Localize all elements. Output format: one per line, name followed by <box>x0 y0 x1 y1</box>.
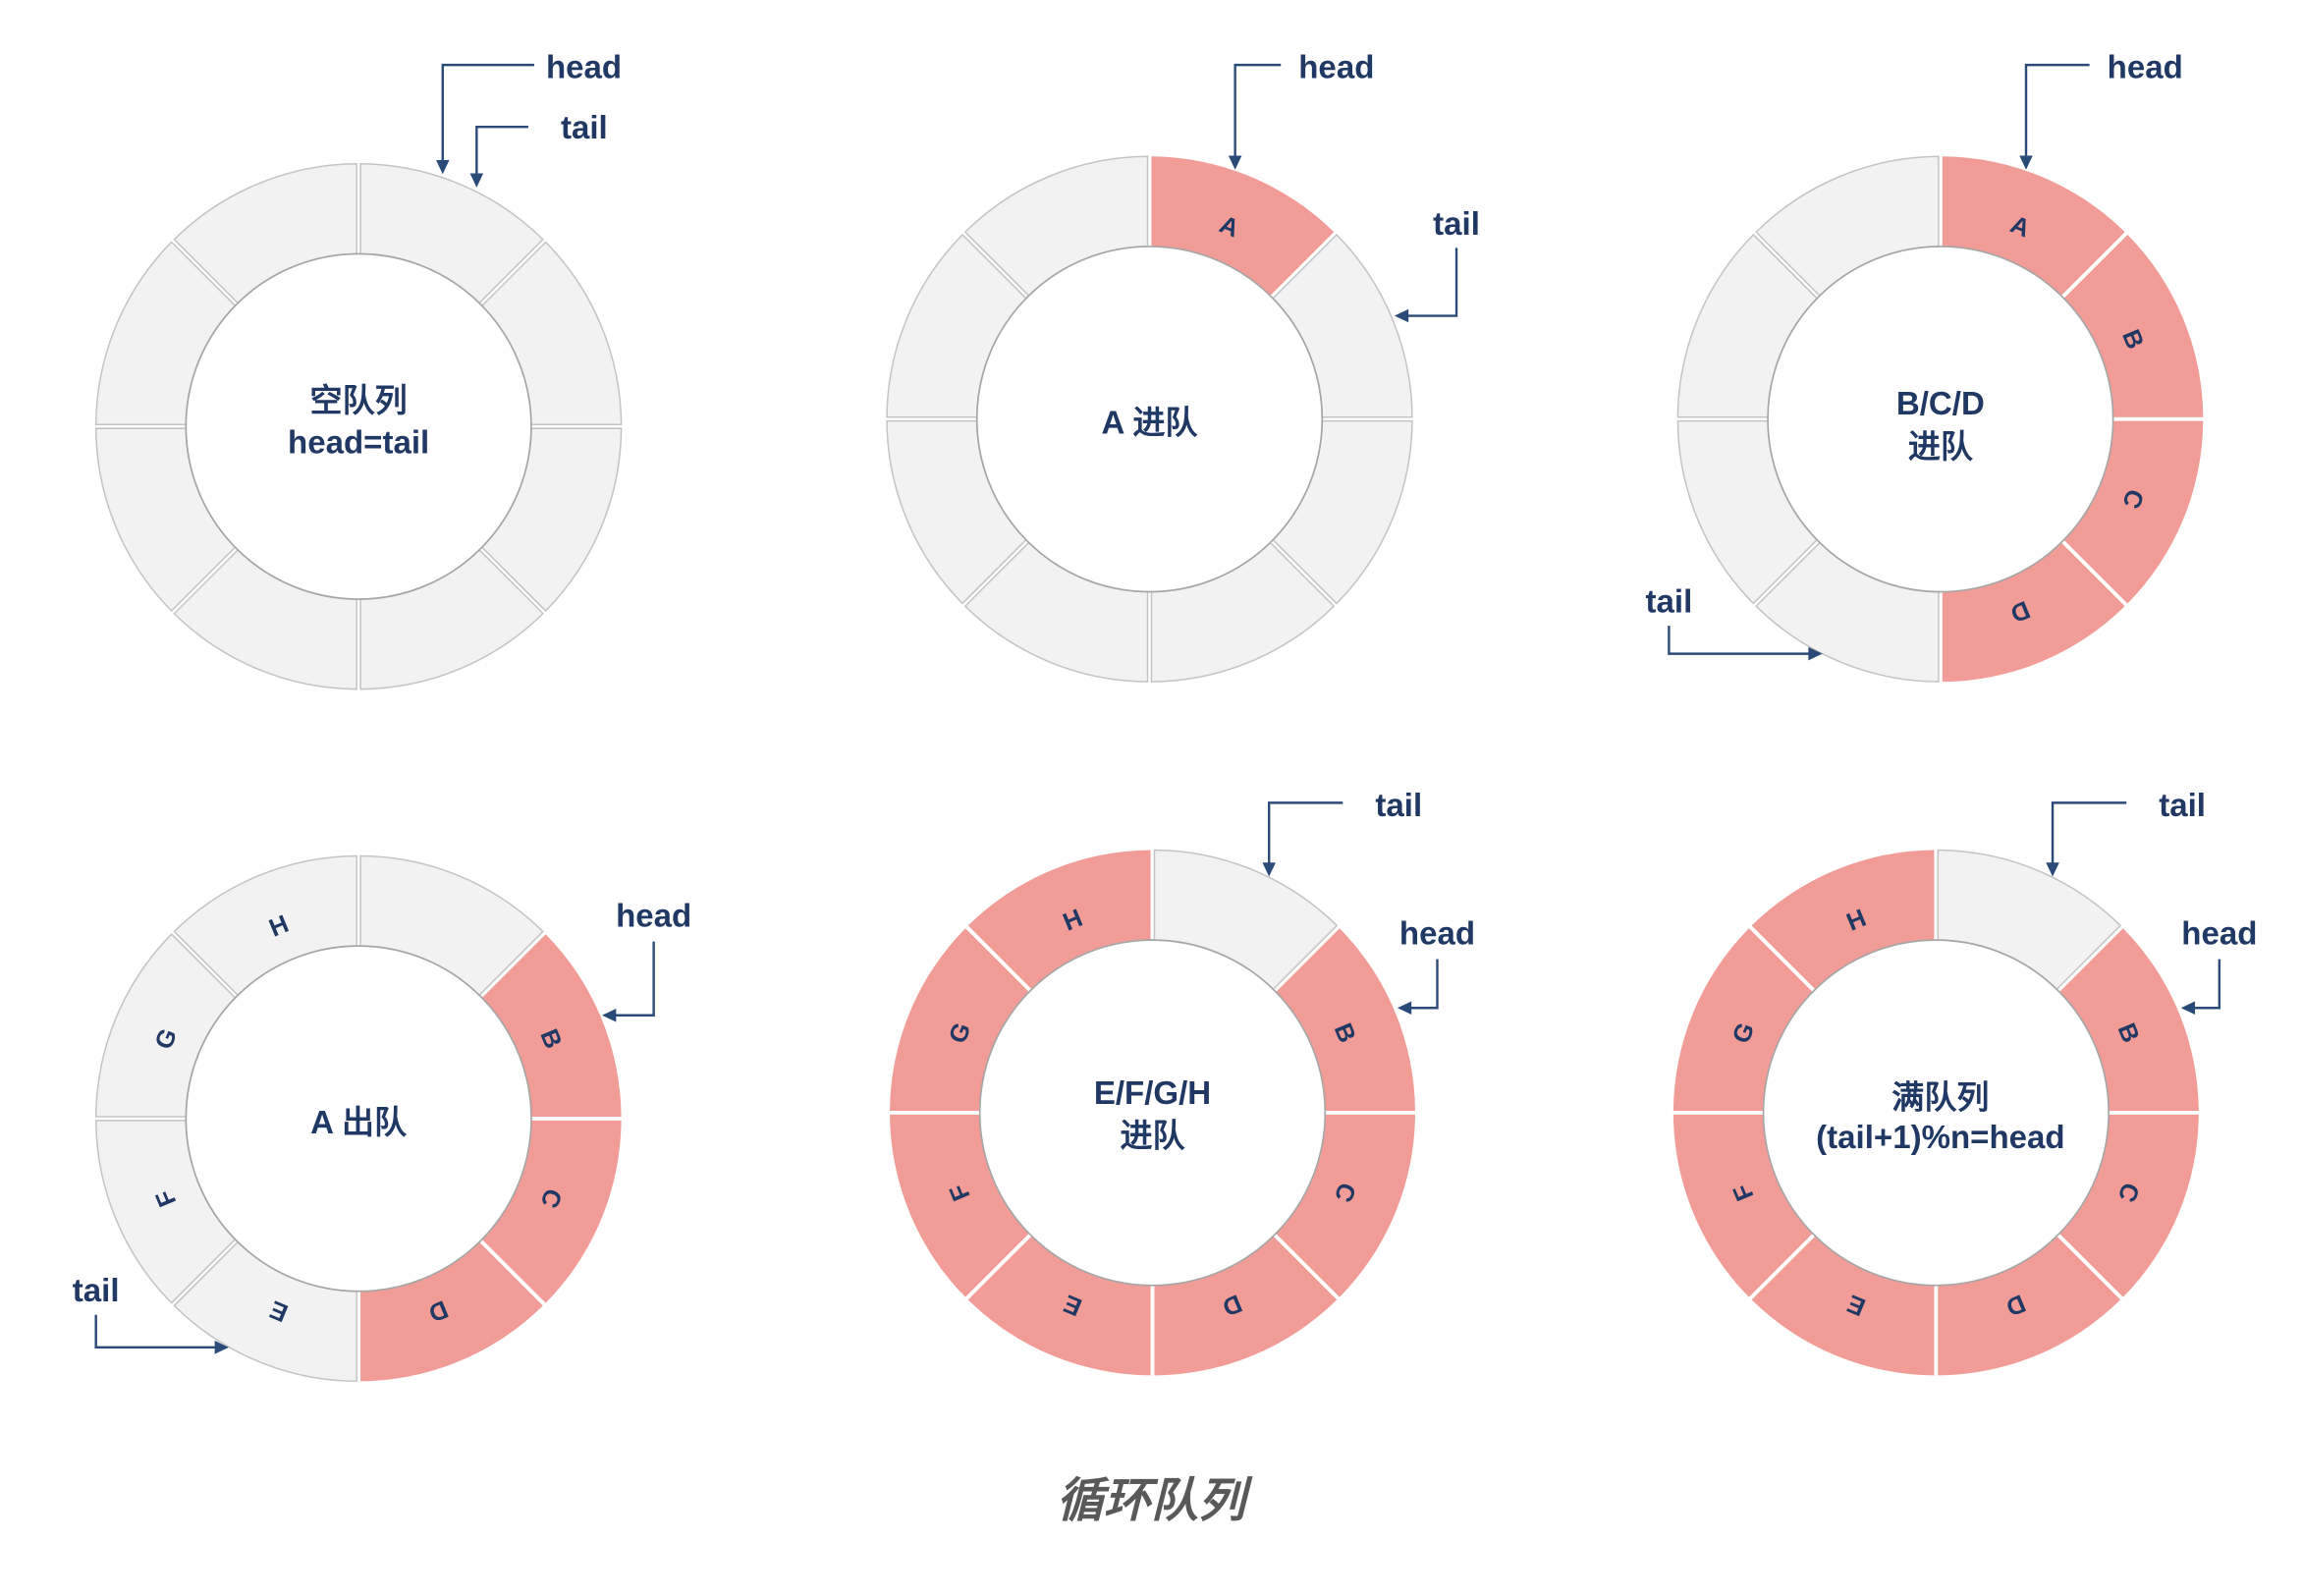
circular-queue-figure: 空队列 head=tail head tail A A 进队 head tail <box>73 50 2258 1527</box>
head-pointer-arrowhead <box>2019 155 2033 170</box>
caption-line-2: head=tail <box>288 424 429 461</box>
caption-line-1: A 出队 <box>310 1105 408 1141</box>
tail-pointer-label: tail <box>1646 584 1693 621</box>
head-pointer-label: head <box>1399 916 1475 953</box>
tail-pointer-label: tail <box>73 1273 120 1309</box>
tail-pointer-label: tail <box>1375 788 1422 824</box>
tail-pointer-line <box>1268 801 1343 865</box>
tail-pointer-label: tail <box>2159 788 2206 824</box>
ring-inner-edge <box>978 939 1327 1287</box>
tail-pointer-label: tail <box>561 110 608 146</box>
caption-line-1: 满队列 <box>1891 1079 1989 1116</box>
queue-ring: ABCD B/C/D 进队 <box>1676 155 2204 683</box>
head-pointer: head <box>2019 50 2183 170</box>
tail-pointer: tail <box>469 110 608 188</box>
head-pointer-label: head <box>2181 916 2257 953</box>
queue-ring: BCDEFGH A 出队 <box>94 854 622 1383</box>
queue-diagram-dequeue-a: BCDEFGH A 出队 head tail <box>73 854 691 1383</box>
head-pointer-arrowhead <box>1397 1001 1412 1015</box>
queue-diagram-enqueue-a: A A 进队 head tail <box>886 50 1480 683</box>
tail-pointer: tail <box>1394 206 1480 323</box>
caption-line-2: (tail+1)%n=head <box>1816 1120 2064 1156</box>
caption-line-2: 进队 <box>1120 1118 1185 1154</box>
head-pointer: head <box>1228 50 1374 170</box>
tail-pointer: tail <box>1262 788 1422 877</box>
head-pointer-line <box>614 941 655 1017</box>
head-pointer-arrowhead <box>1228 155 1242 170</box>
head-pointer: head <box>1397 916 1475 1015</box>
caption-line-1: A 进队 <box>1102 406 1199 442</box>
tail-pointer-line <box>1405 248 1458 317</box>
head-pointer-arrowhead <box>602 1008 617 1022</box>
queue-diagram-enqueue-bcd: ABCD B/C/D 进队 head tail <box>1646 50 2204 683</box>
caption-line-2: 进队 <box>1908 429 1974 466</box>
tail-pointer-arrowhead <box>1394 308 1409 323</box>
queue-ring: 空队列 head=tail <box>94 163 623 690</box>
head-pointer: head <box>602 899 691 1022</box>
head-pointer-line <box>2024 63 2090 158</box>
head-pointer-line <box>1408 959 1439 1010</box>
head-pointer-line <box>1233 63 1282 158</box>
head-pointer-label: head <box>1298 50 1374 86</box>
queue-ring: A A 进队 <box>886 155 1413 683</box>
queue-diagram-full: BCDEFGH 满队列 (tail+1)%n=head tail head <box>1672 788 2257 1376</box>
head-pointer-label: head <box>2108 50 2183 86</box>
head-pointer-label: head <box>616 899 691 935</box>
queue-diagram-empty: 空队列 head=tail head tail <box>94 50 623 690</box>
queue-diagram-enqueue-efgh: BCDEFGH E/F/G/H 进队 tail head <box>890 788 1475 1376</box>
tail-pointer-label: tail <box>1433 206 1480 243</box>
caption-line-1: E/F/G/H <box>1094 1075 1211 1112</box>
queue-ring: BCDEFGH 满队列 (tail+1)%n=head <box>1672 849 2199 1376</box>
head-pointer-line <box>441 63 534 163</box>
caption-line-1: B/C/D <box>1896 386 1985 422</box>
tail-pointer-arrowhead <box>469 173 484 188</box>
queue-ring: BCDEFGH E/F/G/H 进队 <box>890 849 1415 1376</box>
head-pointer-arrowhead <box>436 160 450 175</box>
head-pointer-arrowhead <box>2180 1001 2196 1015</box>
head-pointer-label: head <box>546 50 622 86</box>
tail-pointer: tail <box>2046 788 2206 877</box>
caption-line-1: 空队列 <box>310 383 408 419</box>
head-pointer-line <box>2192 959 2221 1010</box>
queue-slots: BCDEFGH <box>890 849 1415 1376</box>
tail-pointer-line <box>475 126 528 176</box>
head-pointer: head <box>2180 916 2257 1015</box>
tail-pointer-line <box>2051 801 2127 865</box>
figure-title: 循环队列 <box>1057 1474 1253 1527</box>
